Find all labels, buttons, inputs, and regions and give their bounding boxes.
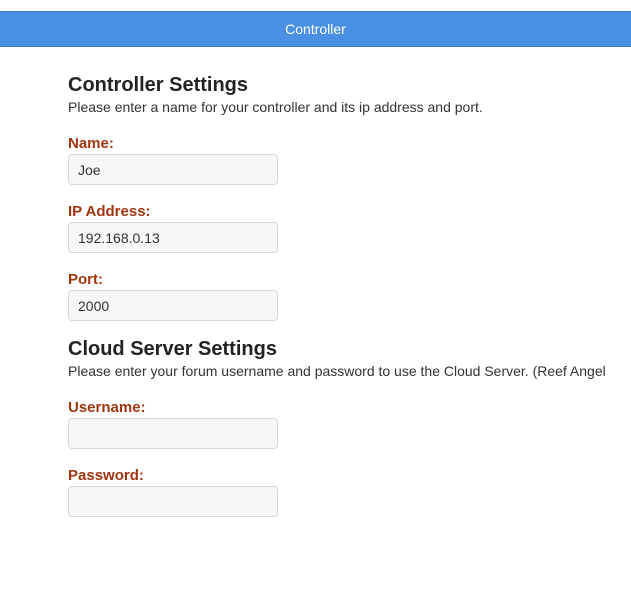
password-field[interactable] <box>68 486 278 517</box>
port-label: Port: <box>68 271 103 288</box>
top-margin <box>0 0 631 11</box>
controller-settings-title: Controller Settings <box>68 74 249 96</box>
cloud-server-settings-description: Please enter your forum username and pas… <box>68 363 606 379</box>
name-field[interactable] <box>68 154 278 185</box>
username-label: Username: <box>68 399 146 416</box>
controller-settings-description: Please enter a name for your controller … <box>68 99 483 115</box>
ip-address-field[interactable] <box>68 222 278 253</box>
header-bar: Controller <box>0 11 631 47</box>
ip-address-label: IP Address: <box>68 203 151 220</box>
port-field[interactable] <box>68 290 278 321</box>
username-field[interactable] <box>68 418 278 449</box>
name-label: Name: <box>68 135 114 152</box>
cloud-server-settings-title: Cloud Server Settings <box>68 338 277 360</box>
password-label: Password: <box>68 467 144 484</box>
header-title: Controller <box>285 21 346 37</box>
